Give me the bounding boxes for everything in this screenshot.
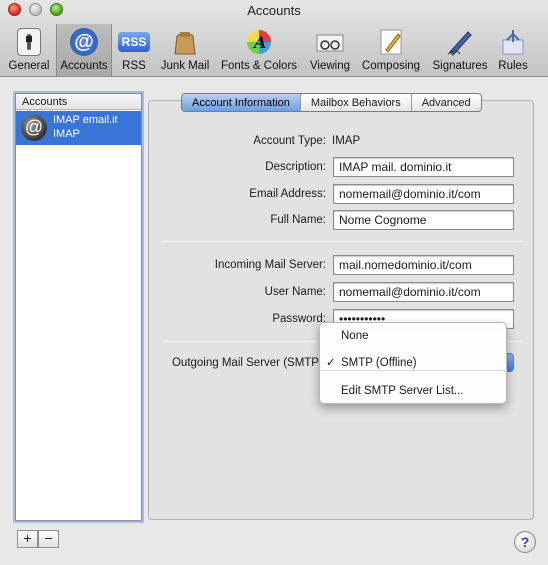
description-label: Description:	[265, 161, 326, 173]
tab-account-information[interactable]: Account Information	[182, 94, 301, 111]
menu-item-edit-smtp-list[interactable]: Edit SMTP Server List...	[320, 381, 508, 401]
help-button[interactable]: ?	[514, 531, 536, 553]
user-name-field[interactable]: nomemail@dominio.it/com	[333, 282, 514, 302]
toolbar-viewing[interactable]: Viewing	[305, 24, 355, 76]
toolbar-composing[interactable]: Composing	[358, 24, 424, 76]
window-title: Accounts	[247, 3, 301, 18]
toolbar-rss[interactable]: RSS RSS	[114, 24, 154, 76]
toolbar-signatures[interactable]: Signatures	[428, 24, 492, 76]
rss-icon: RSS	[118, 32, 150, 52]
full-name-label: Full Name:	[270, 214, 326, 226]
email-label: Email Address:	[249, 188, 326, 200]
user-name-label: User Name:	[264, 286, 326, 298]
tab-bar: Account Information Mailbox Behaviors Ad…	[181, 93, 482, 112]
tab-advanced[interactable]: Advanced	[412, 94, 481, 111]
account-list-header: Accounts	[16, 94, 141, 110]
preferences-window: Accounts General @ Accounts RSS RSS Junk…	[0, 0, 548, 565]
smtp-server-menu: None ✓ SMTP (Offline) Edit SMTP Server L…	[319, 322, 507, 404]
add-account-button[interactable]: +	[17, 530, 38, 548]
description-field[interactable]: IMAP mail. dominio.it	[333, 157, 514, 177]
incoming-server-label: Incoming Mail Server:	[214, 259, 326, 271]
incoming-server-field[interactable]: mail.nomedominio.it/com	[333, 255, 514, 275]
menu-separator	[321, 370, 507, 371]
glasses-icon	[315, 28, 345, 56]
remove-account-button[interactable]: −	[38, 530, 59, 548]
full-name-field[interactable]: Nome Cognome	[333, 210, 514, 230]
pen-icon	[445, 28, 475, 56]
account-name: IMAP email.it	[53, 114, 118, 126]
toolbar-accounts[interactable]: @ Accounts	[56, 24, 112, 76]
menu-item-label: None	[341, 330, 369, 342]
toolbar: Accounts General @ Accounts RSS RSS Junk…	[0, 0, 548, 77]
account-type: IMAP	[53, 128, 80, 140]
toolbar-fonts-colors[interactable]: A Fonts & Colors	[217, 24, 301, 76]
account-type-value: IMAP	[332, 135, 361, 147]
menu-item-label: Edit SMTP Server List...	[341, 385, 464, 397]
account-list: Accounts @ IMAP email.it IMAP	[15, 93, 142, 521]
toolbar-general[interactable]: General	[5, 24, 53, 76]
toolbar-junk-mail[interactable]: Junk Mail	[157, 24, 213, 76]
junk-bag-icon	[170, 28, 200, 56]
outgoing-server-label: Outgoing Mail Server (SMTP):	[171, 357, 326, 369]
account-type-label: Account Type:	[253, 135, 326, 147]
font-color-icon: A	[244, 28, 274, 56]
at-icon: @	[70, 28, 98, 56]
email-field[interactable]: nomemail@dominio.it/com	[333, 184, 514, 204]
rules-icon	[498, 28, 528, 56]
list-item[interactable]: @ IMAP email.it IMAP	[16, 111, 141, 145]
at-icon: @	[21, 115, 47, 141]
password-label: Password:	[272, 313, 326, 325]
menu-item-none[interactable]: None	[320, 326, 508, 346]
tab-mailbox-behaviors[interactable]: Mailbox Behaviors	[301, 94, 412, 111]
divider	[162, 241, 522, 242]
pencil-paper-icon	[376, 28, 406, 56]
switch-icon	[17, 28, 41, 56]
svg-text:A: A	[252, 33, 266, 52]
toolbar-rules[interactable]: Rules	[495, 24, 531, 76]
